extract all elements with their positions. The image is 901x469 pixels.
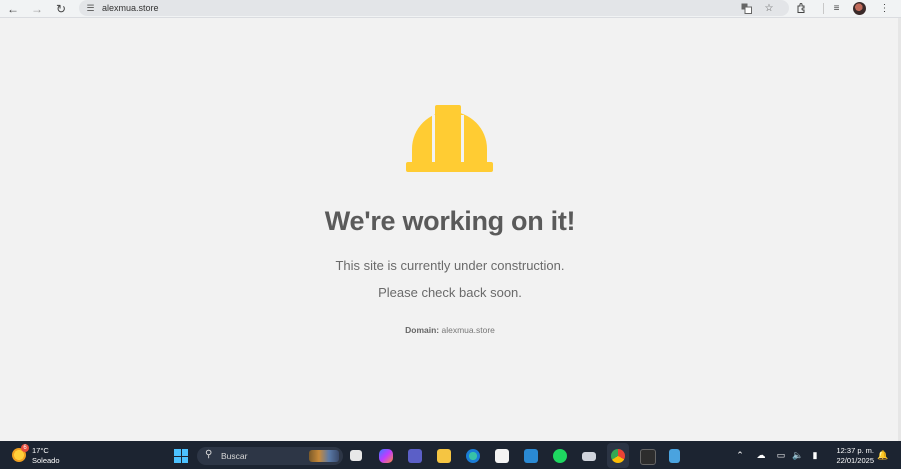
microsoft-store-icon[interactable] <box>495 449 509 463</box>
media-queue-icon[interactable]: ≡ <box>830 2 843 15</box>
page-content: We're working on it! This site is curren… <box>0 18 901 441</box>
clock-time[interactable]: 12:37 p. m. <box>830 446 874 455</box>
reload-button[interactable]: ↻ <box>52 0 70 17</box>
domain-value: alexmua.store <box>441 325 495 335</box>
url-text: alexmua.store <box>102 3 159 13</box>
address-bar[interactable]: ☰ alexmua.store ☆ <box>79 0 789 16</box>
weather-temp[interactable]: 17°C <box>32 446 49 455</box>
check-back-message: Please check back soon. <box>378 285 522 300</box>
reload-icon: ↻ <box>55 1 67 16</box>
browser-toolbar: ← → ↻ ☰ alexmua.store ☆ ≡ ⋮ <box>0 0 901 18</box>
notepad-icon[interactable] <box>669 449 680 463</box>
edge-icon[interactable] <box>466 449 480 463</box>
taskbar-search[interactable]: ⚲ Buscar <box>197 447 343 465</box>
tune-icon[interactable]: ☰ <box>85 3 96 13</box>
hard-hat-icon <box>406 105 493 172</box>
search-highlight-image <box>309 450 339 462</box>
forward-button[interactable]: → <box>28 0 46 17</box>
clock-date[interactable]: 22/01/2025 <box>830 456 874 465</box>
back-button[interactable]: ← <box>4 0 22 17</box>
chevron-up-icon[interactable]: ⌃ <box>734 449 746 461</box>
construction-message: This site is currently under constructio… <box>335 258 565 273</box>
display-icon[interactable]: ▭ <box>775 449 787 461</box>
domain-info: Domain: alexmua.store <box>0 325 900 335</box>
page-title: We're working on it! <box>324 206 576 236</box>
file-explorer-icon[interactable] <box>437 449 451 463</box>
arrow-left-icon: ← <box>7 1 19 16</box>
windows-start-button[interactable] <box>174 449 188 463</box>
game-controller-icon[interactable] <box>582 452 596 461</box>
weather-condition[interactable]: Soleado <box>32 456 60 465</box>
task-view-icon[interactable] <box>350 450 362 461</box>
toolbar-divider <box>823 3 824 14</box>
volume-muted-icon[interactable]: 🔈 <box>792 449 804 461</box>
weather-badge: 6 <box>21 444 29 452</box>
windows-taskbar: 6 17°C Soleado ⚲ Buscar ⌃ ☁ ▭ 🔈 ▮ 12:37 … <box>0 441 901 469</box>
star-icon[interactable]: ☆ <box>763 2 775 14</box>
domain-label: Domain: <box>405 325 440 335</box>
notification-bell-icon[interactable]: 🔔 <box>877 450 888 460</box>
copilot-icon[interactable] <box>379 449 393 463</box>
search-placeholder: Buscar <box>221 451 248 461</box>
translate-icon[interactable] <box>740 2 752 14</box>
search-icon: ⚲ <box>205 449 213 460</box>
battery-icon[interactable]: ▮ <box>809 449 821 461</box>
arrow-right-icon: → <box>31 1 43 16</box>
app-tile-icon[interactable] <box>524 449 538 463</box>
cloud-icon[interactable]: ☁ <box>755 449 767 461</box>
kebab-icon[interactable]: ⋮ <box>878 2 891 15</box>
spotify-icon[interactable] <box>553 449 567 463</box>
teams-icon[interactable] <box>408 449 422 463</box>
puzzle-icon[interactable] <box>795 2 808 15</box>
avatar[interactable] <box>853 2 866 15</box>
chrome-icon[interactable] <box>611 449 625 463</box>
terminal-icon[interactable] <box>640 449 656 465</box>
